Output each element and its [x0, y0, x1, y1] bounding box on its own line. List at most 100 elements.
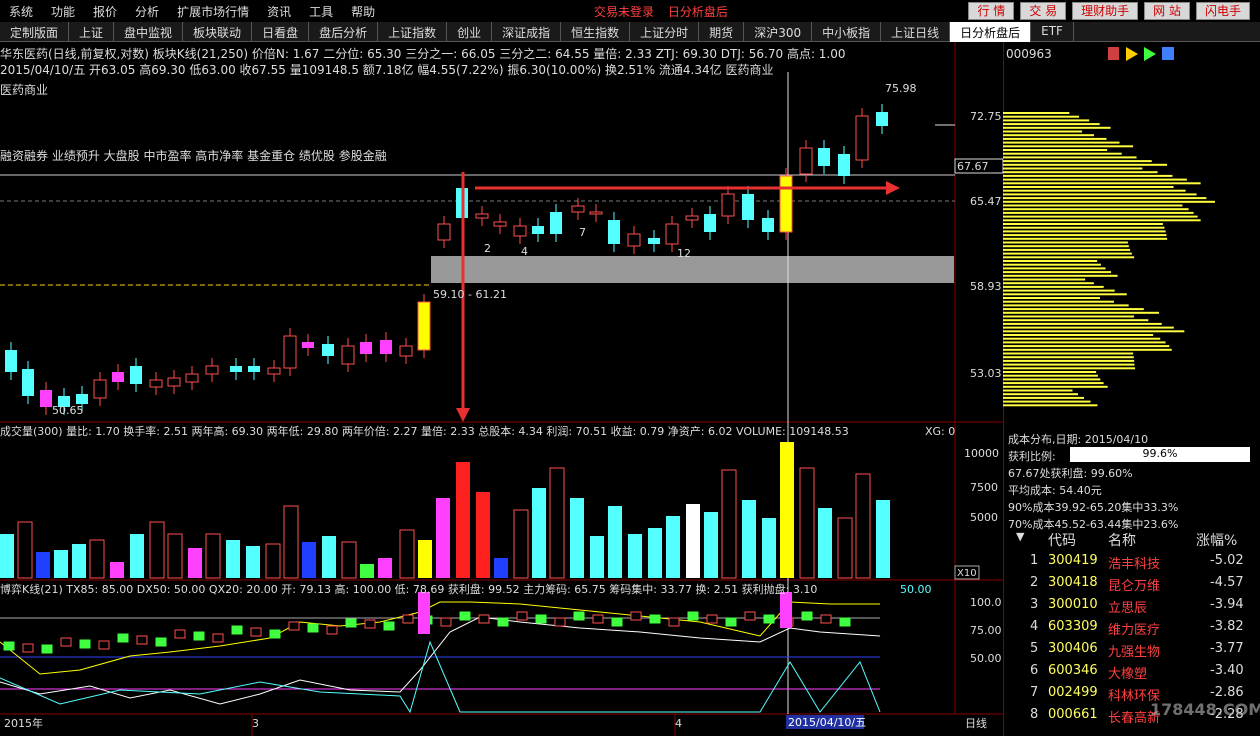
grid-icon[interactable] — [1162, 47, 1174, 60]
tab-15[interactable]: 日分析盘后 — [950, 22, 1032, 42]
candle-body — [341, 345, 355, 365]
rank-name: 大橡塑 — [1108, 667, 1148, 682]
indicator-candle — [155, 637, 167, 647]
candle-body — [571, 205, 585, 213]
candle-body — [360, 342, 372, 354]
indicator-candle — [687, 611, 699, 621]
volume-axis-5000: 5000 — [970, 511, 998, 524]
sort-down-icon[interactable]: ▼ — [1016, 530, 1024, 543]
indicator-candle — [573, 611, 585, 621]
tab-1[interactable]: 上证 — [69, 22, 115, 42]
candle-body — [167, 377, 181, 387]
cost-90: 90%成本39.92-65.20集中33.3% — [1008, 501, 1179, 514]
tab-13[interactable]: 中小板指 — [812, 22, 882, 42]
menu-help[interactable]: 帮助 — [342, 3, 384, 20]
menu-analysis[interactable]: 分析 — [126, 3, 168, 20]
count-label-7: 7 — [579, 226, 586, 239]
finance-assistant-button[interactable]: 理财助手 — [1072, 2, 1139, 20]
rank-row[interactable]: 2 300418 昆仑万维 -4.57 — [1010, 575, 1260, 597]
cost-bar — [1003, 167, 1143, 170]
volume-bar — [110, 562, 124, 578]
tab-10[interactable]: 上证分时 — [630, 22, 700, 42]
volume-bar — [246, 546, 260, 578]
candle-body — [93, 379, 107, 399]
tab-11[interactable]: 期货 — [699, 22, 745, 42]
rank-code: 603309 — [1048, 619, 1098, 634]
arrow-icon[interactable] — [1144, 47, 1156, 61]
flag-icon[interactable] — [1126, 47, 1138, 61]
price-axis-53-03: 53.03 — [970, 367, 1002, 380]
indicator-candle — [269, 629, 281, 639]
indicator-axis-100: 100.0 — [970, 596, 1002, 609]
trade-login-status[interactable]: 交易未登录 — [594, 5, 654, 19]
price-range-box — [431, 256, 954, 283]
volume-bar — [628, 534, 642, 578]
volume-bar — [399, 529, 415, 579]
tab-7[interactable]: 创业 — [447, 22, 493, 42]
quote-button[interactable]: 行 情 — [968, 2, 1015, 20]
indicator-candle — [41, 644, 53, 654]
tab-8[interactable]: 深证成指 — [492, 22, 562, 42]
rank-row[interactable]: 1 300419 浩丰科技 -5.02 — [1010, 553, 1260, 575]
cost-bar — [1003, 204, 1183, 207]
menu-function[interactable]: 功能 — [42, 3, 84, 20]
cost-bar — [1003, 237, 1168, 240]
rank-name: 维力医疗 — [1108, 623, 1161, 638]
tab-16[interactable]: ETF — [1031, 22, 1074, 42]
indicator-candle — [117, 633, 129, 643]
date-label-2015: 2015年 — [4, 716, 43, 730]
candle-body — [248, 366, 260, 372]
cost-bar — [1003, 282, 1094, 285]
volume-bar — [494, 558, 508, 578]
menu-news[interactable]: 资讯 — [258, 3, 300, 20]
volume-bar — [72, 544, 86, 578]
rank-header-name[interactable]: 名称 — [1108, 530, 1136, 550]
volume-bar — [341, 541, 357, 579]
rank-header-code[interactable]: 代码 — [1048, 530, 1076, 550]
period-label[interactable]: 日线 — [965, 716, 987, 730]
trade-button[interactable]: 交 易 — [1020, 2, 1067, 20]
flash-trade-button[interactable]: 闪电手 — [1195, 2, 1250, 20]
menu-tools[interactable]: 工具 — [300, 3, 342, 20]
candle-body — [493, 221, 507, 227]
cost-bar — [1003, 200, 1216, 203]
tab-14[interactable]: 上证日线 — [881, 22, 951, 42]
tab-4[interactable]: 日看盘 — [252, 22, 310, 42]
right-arrow-head — [886, 181, 900, 195]
tab-9[interactable]: 恒生指数 — [561, 22, 631, 42]
indicator-highlight-bar — [418, 592, 430, 634]
rank-row[interactable]: 6 600346 大橡塑 -3.40 — [1010, 663, 1260, 685]
cost-bar — [1003, 171, 1158, 174]
cost-bar — [1003, 382, 1104, 385]
menu-quote[interactable]: 报价 — [84, 3, 126, 20]
tab-6[interactable]: 上证指数 — [378, 22, 448, 42]
profit-at-price: 67.67处获利盘: 99.60% — [1008, 467, 1133, 480]
cost-bar — [1003, 308, 1144, 311]
rank-row[interactable]: 4 603309 维力医疗 -3.82 — [1010, 619, 1260, 641]
volume-bar — [742, 500, 756, 578]
tab-3[interactable]: 板块联动 — [183, 22, 253, 42]
indicator-right-value: 50.00 — [900, 583, 932, 596]
menu-system[interactable]: 系统 — [0, 3, 42, 20]
rank-name: 九强生物 — [1108, 645, 1161, 660]
cost-bar — [1003, 186, 1174, 188]
tab-0[interactable]: 定制版面 — [0, 22, 70, 42]
website-button[interactable]: 网 站 — [1144, 2, 1190, 20]
tab-2[interactable]: 盘中监视 — [114, 22, 184, 42]
volume-bar — [360, 564, 374, 578]
tab-12[interactable]: 深沪300 — [744, 22, 813, 42]
rank-header-change[interactable]: 涨幅% — [1196, 530, 1237, 550]
rank-row[interactable]: 3 300010 立思辰 -3.94 — [1010, 597, 1260, 619]
main-chart[interactable]: 75.98 50.65 59.10 - 61.21 2 4 7 12 72.75… — [0, 42, 1003, 736]
cost-bar — [1003, 149, 1108, 151]
menu-extended-market[interactable]: 扩展市场行情 — [168, 3, 258, 20]
rank-name: 立思辰 — [1108, 601, 1148, 616]
tab-5[interactable]: 盘后分析 — [309, 22, 379, 42]
volume-bar — [513, 509, 529, 579]
cost-bar — [1003, 341, 1166, 344]
candle-body — [532, 226, 544, 234]
cost-bar — [1003, 234, 1167, 237]
rank-row[interactable]: 5 300406 九强生物 -3.77 — [1010, 641, 1260, 663]
candle-body — [721, 193, 735, 217]
chart-icon[interactable] — [1108, 47, 1119, 60]
